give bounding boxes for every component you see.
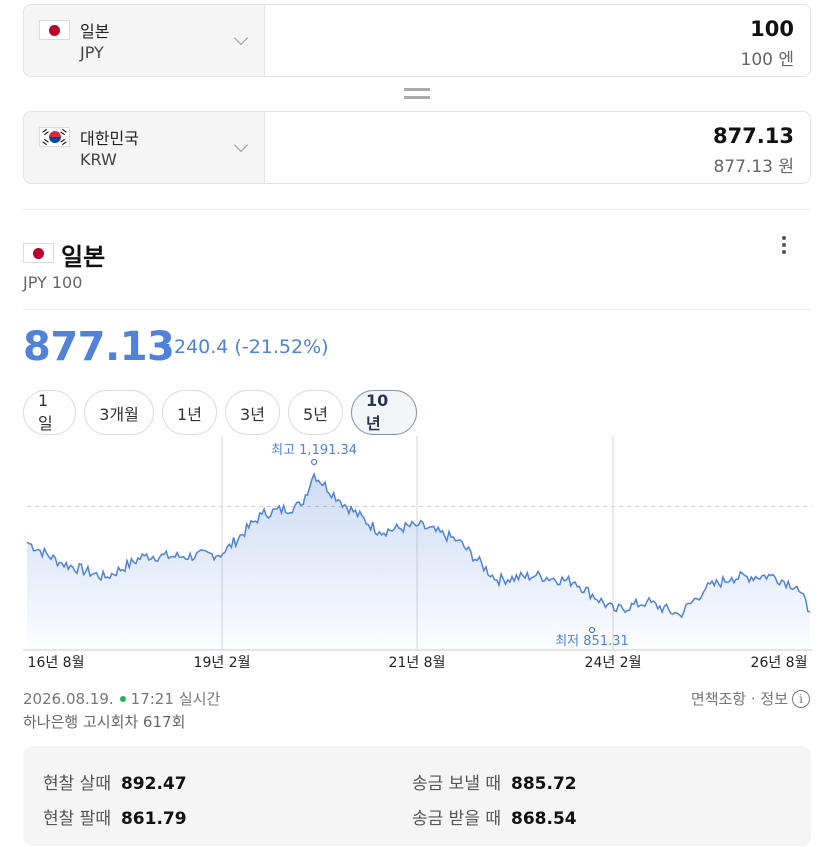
rate-item: 현찰 팔때 861.79 xyxy=(43,804,187,829)
x-tick-label: 24년 2월 xyxy=(585,655,642,671)
tab-3m[interactable]: 3개월 xyxy=(84,390,154,435)
to-currency-name: 대한민국 xyxy=(80,129,139,148)
rate-item: 현찰 살때 892.47 xyxy=(43,769,187,794)
from-amount-input[interactable]: 100 100 엔 xyxy=(265,5,810,76)
rate-label: 현찰 팔때 xyxy=(43,809,111,829)
disclaimer-label: 면책조항 · 정보 xyxy=(690,690,788,708)
from-currency-select[interactable]: 일본 JPY xyxy=(24,5,265,76)
to-amount-input[interactable]: 877.13 877.13 원 xyxy=(265,112,810,183)
disclaimer-link[interactable]: 면책조항 · 정보 i xyxy=(691,688,810,709)
notice-text: 하나은행 고시회차 617회 xyxy=(23,713,186,731)
period-tabs: 1일 3개월 1년 3년 5년 10년 xyxy=(23,390,417,435)
x-tick-label: 26년 8월 xyxy=(751,655,808,671)
rate-change: 240.4 (-21.52%) xyxy=(174,336,329,358)
currency-subtitle: JPY 100 xyxy=(23,273,83,292)
chevron-down-icon xyxy=(233,30,249,46)
from-currency-name: 일본 xyxy=(80,22,110,41)
down-arrow-icon xyxy=(160,344,170,350)
to-amount-value: 877.13 xyxy=(712,124,794,148)
info-icon: i xyxy=(792,689,810,708)
japan-flag-icon xyxy=(39,20,70,40)
rate-label: 송금 보낼 때 xyxy=(412,774,502,794)
to-currency-row: 대한민국 KRW 877.13 877.13 원 xyxy=(23,111,811,184)
rate-value: 885.72 xyxy=(511,774,577,794)
from-currency-row: 일본 JPY 100 100 엔 xyxy=(23,4,811,77)
date: 2026.08.19. xyxy=(23,689,114,708)
timestamp: 2026.08.19. 17:21 실시간 xyxy=(23,688,220,709)
chart-area xyxy=(27,474,810,650)
from-amount-value: 100 xyxy=(750,17,794,41)
live-label: 실시간 xyxy=(178,690,221,708)
rates-table: 현찰 살때 892.47 송금 보낼 때 885.72 현찰 팔때 861.79 송금… xyxy=(23,746,811,846)
high-label: 최고 1,191.34 xyxy=(271,443,357,458)
tab-10y[interactable]: 10년 xyxy=(351,390,417,435)
x-tick-label: 21년 8월 xyxy=(389,655,446,671)
from-amount-text: 100 엔 xyxy=(740,50,795,70)
equals-icon xyxy=(404,88,430,100)
more-options-icon[interactable] xyxy=(777,236,791,258)
from-currency-code: JPY xyxy=(80,43,104,62)
rate-value: 892.47 xyxy=(120,774,187,794)
rate-label: 송금 받을 때 xyxy=(412,809,502,829)
low-marker xyxy=(588,626,596,634)
time: 17:21 xyxy=(130,689,174,708)
low-label: 최저 851.31 xyxy=(555,634,629,649)
rate-label: 현찰 살때 xyxy=(43,774,111,794)
live-dot-icon xyxy=(119,695,126,702)
tab-1d[interactable]: 1일 xyxy=(23,390,76,435)
tab-5y[interactable]: 5년 xyxy=(288,390,343,435)
to-currency-select[interactable]: 대한민국 KRW xyxy=(24,112,265,183)
rate-item: 송금 받을 때 868.54 xyxy=(412,804,577,829)
current-rate: 877.13 xyxy=(23,324,175,370)
section-divider xyxy=(23,309,811,310)
to-amount-text: 877.13 원 xyxy=(713,157,794,177)
korea-flag-icon xyxy=(39,127,70,147)
japan-flag-icon xyxy=(23,243,54,263)
rate-item: 송금 보낼 때 885.72 xyxy=(412,769,577,794)
tab-3y[interactable]: 3년 xyxy=(225,390,280,435)
section-divider xyxy=(23,209,811,210)
x-tick-label: 19년 2월 xyxy=(194,655,251,671)
tab-1y[interactable]: 1년 xyxy=(162,390,217,435)
rate-value: 868.54 xyxy=(511,809,577,829)
chevron-down-icon xyxy=(233,137,249,153)
rate-chart[interactable]: 16년 8월 19년 2월 21년 8월 24년 2월 26년 8월 최고 1,191.… xyxy=(0,432,838,677)
x-tick-label: 16년 8월 xyxy=(28,655,85,671)
high-marker xyxy=(311,458,318,466)
to-currency-code: KRW xyxy=(80,150,117,169)
rate-value: 861.79 xyxy=(120,809,187,829)
currency-title: 일본 xyxy=(61,243,106,271)
